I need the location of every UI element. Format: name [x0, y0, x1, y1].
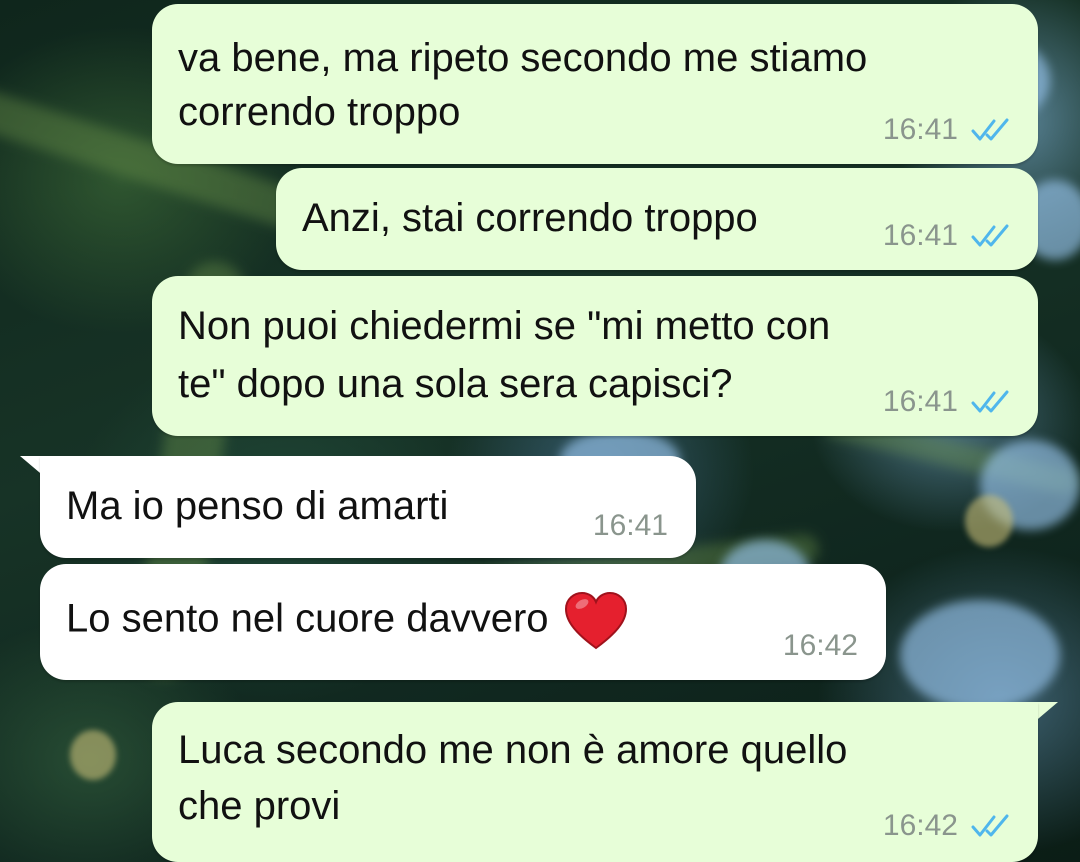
message-meta: 16:42 [783, 630, 858, 662]
double-check-read-icon [971, 814, 1009, 837]
message-text-line: va bene, ma ripeto secondo me stiamo [178, 36, 868, 80]
message-timestamp: 16:41 [882, 113, 958, 146]
message-timestamp: 16:42 [782, 629, 858, 662]
message-meta: 16:42 [883, 810, 1014, 842]
message-meta: 16:41 [883, 220, 1014, 252]
double-check-read-icon [971, 118, 1009, 141]
message-timestamp: 16:41 [882, 219, 958, 252]
message-bubble-outgoing[interactable]: Luca secondo me non è amore quello che p… [152, 702, 1038, 862]
message-timestamp: 16:41 [882, 385, 958, 418]
message-timestamp: 16:42 [882, 809, 958, 842]
message-meta: 16:41 [883, 114, 1014, 146]
message-timestamp: 16:41 [592, 509, 668, 542]
message-text-line: Luca secondo me non è amore quello [178, 728, 848, 772]
message-meta: 16:41 [593, 510, 668, 542]
red-heart-icon [564, 591, 627, 650]
message-meta: 16:41 [883, 386, 1014, 418]
message-text-line: te" dopo una sola sera capisci? [178, 362, 733, 406]
message-list[interactable]: va bene, ma ripeto secondo me stiamo cor… [0, 0, 1080, 862]
message-text: Lo sento nel cuore davvero [66, 596, 549, 641]
message-bubble-outgoing[interactable]: Non puoi chiedermi se "mi metto con te" … [152, 276, 1038, 436]
double-check-read-icon [971, 224, 1009, 247]
message-bubble-incoming[interactable]: Ma io penso di amarti 16:41 [40, 456, 696, 558]
double-check-read-icon [971, 390, 1009, 413]
message-text-line: Lo sento nel cuore davvero [66, 590, 629, 652]
message-text-line: che provi [178, 784, 341, 828]
message-text-line: Non puoi chiedermi se "mi metto con [178, 304, 831, 348]
message-bubble-outgoing[interactable]: va bene, ma ripeto secondo me stiamo cor… [152, 4, 1038, 164]
message-bubble-outgoing[interactable]: Anzi, stai correndo troppo 16:41 [276, 168, 1038, 270]
message-text-line: correndo troppo [178, 90, 461, 134]
message-text-line: Ma io penso di amarti [66, 484, 449, 528]
message-text-line: Anzi, stai correndo troppo [302, 196, 758, 240]
message-bubble-incoming[interactable]: Lo sento nel cuore davvero 16:42 [40, 564, 886, 680]
